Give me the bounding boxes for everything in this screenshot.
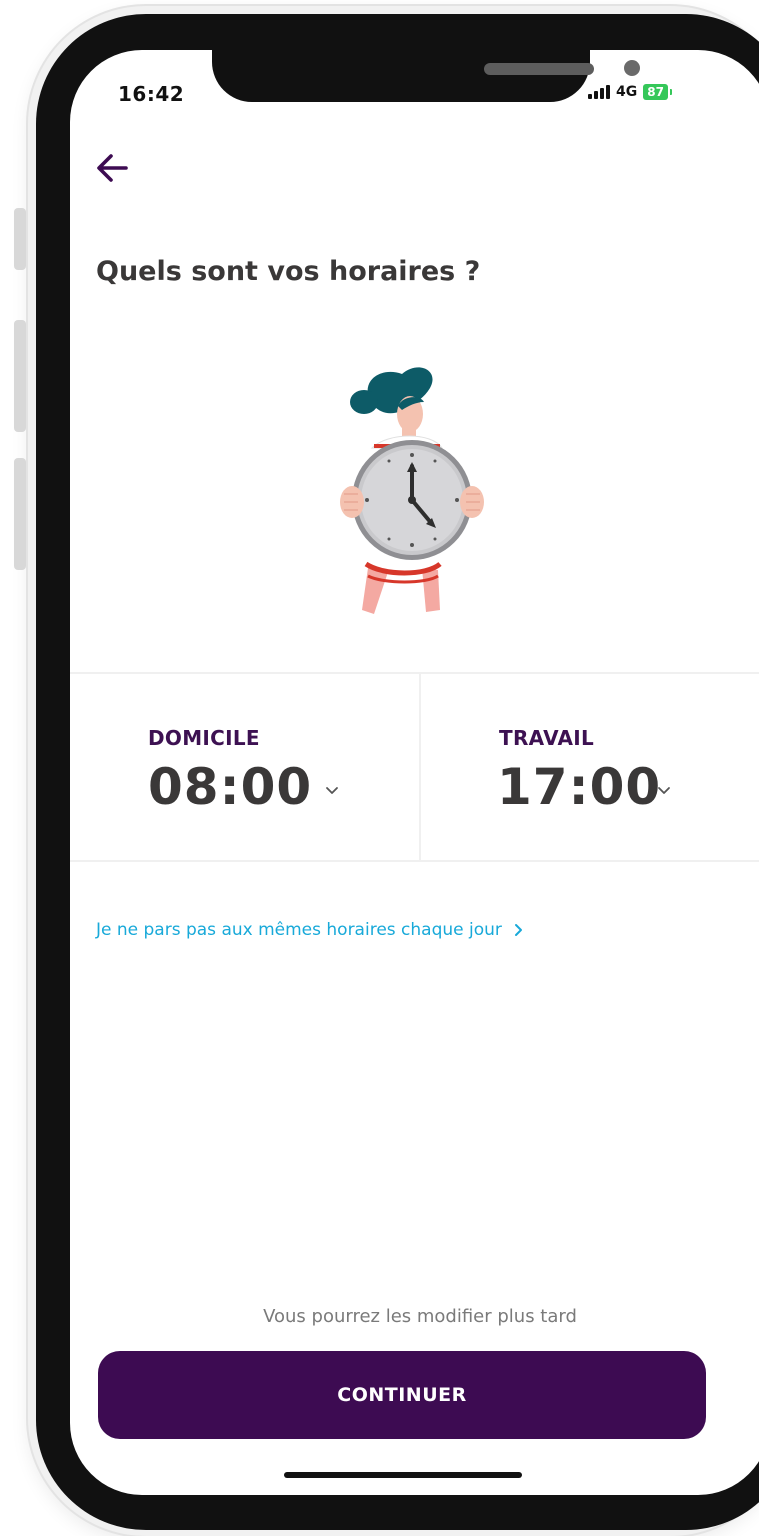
woman-holding-clock-illustration [340,367,484,614]
home-time-value: 08:00 [148,758,313,816]
signal-icon [588,85,610,99]
work-label: TRAVAIL [499,726,595,750]
arrow-left-icon [97,154,128,182]
varying-schedule-label: Je ne pars pas aux mêmes horaires chaque… [96,920,502,940]
status-time: 16:42 [118,82,185,106]
status-indicators: 4G 87 [588,84,672,100]
speaker [484,63,594,75]
page-title: Quels sont vos horaires ? [96,256,481,287]
schedule-selector: DOMICILE 08:00 TRAVAIL 17:00 [70,672,759,862]
network-type: 4G [616,84,638,100]
chevron-down-icon [658,787,670,794]
battery-icon: 87 [643,84,672,100]
home-time-selector[interactable]: DOMICILE 08:00 [70,674,419,860]
chevron-down-icon [326,787,338,794]
front-camera [624,60,640,76]
hint-text: Vous pourrez les modifier plus tard [263,1306,577,1327]
varying-schedule-link[interactable]: Je ne pars pas aux mêmes horaires chaque… [96,920,524,940]
back-button[interactable] [92,148,132,188]
battery-level: 87 [647,85,664,99]
work-time-value: 17:00 [497,758,662,816]
phone-screen: 16:42 4G 87 Quels sont vos horaires ? DO… [70,50,759,1495]
home-label: DOMICILE [148,726,260,750]
continue-button[interactable]: CONTINUER [98,1351,706,1439]
volume-down-button [14,458,26,570]
notch [212,50,640,102]
volume-up-button [14,320,26,432]
mute-switch [14,208,26,270]
chevron-right-icon [514,924,522,936]
home-indicator [284,1472,522,1478]
work-time-selector[interactable]: TRAVAIL 17:00 [419,674,759,860]
